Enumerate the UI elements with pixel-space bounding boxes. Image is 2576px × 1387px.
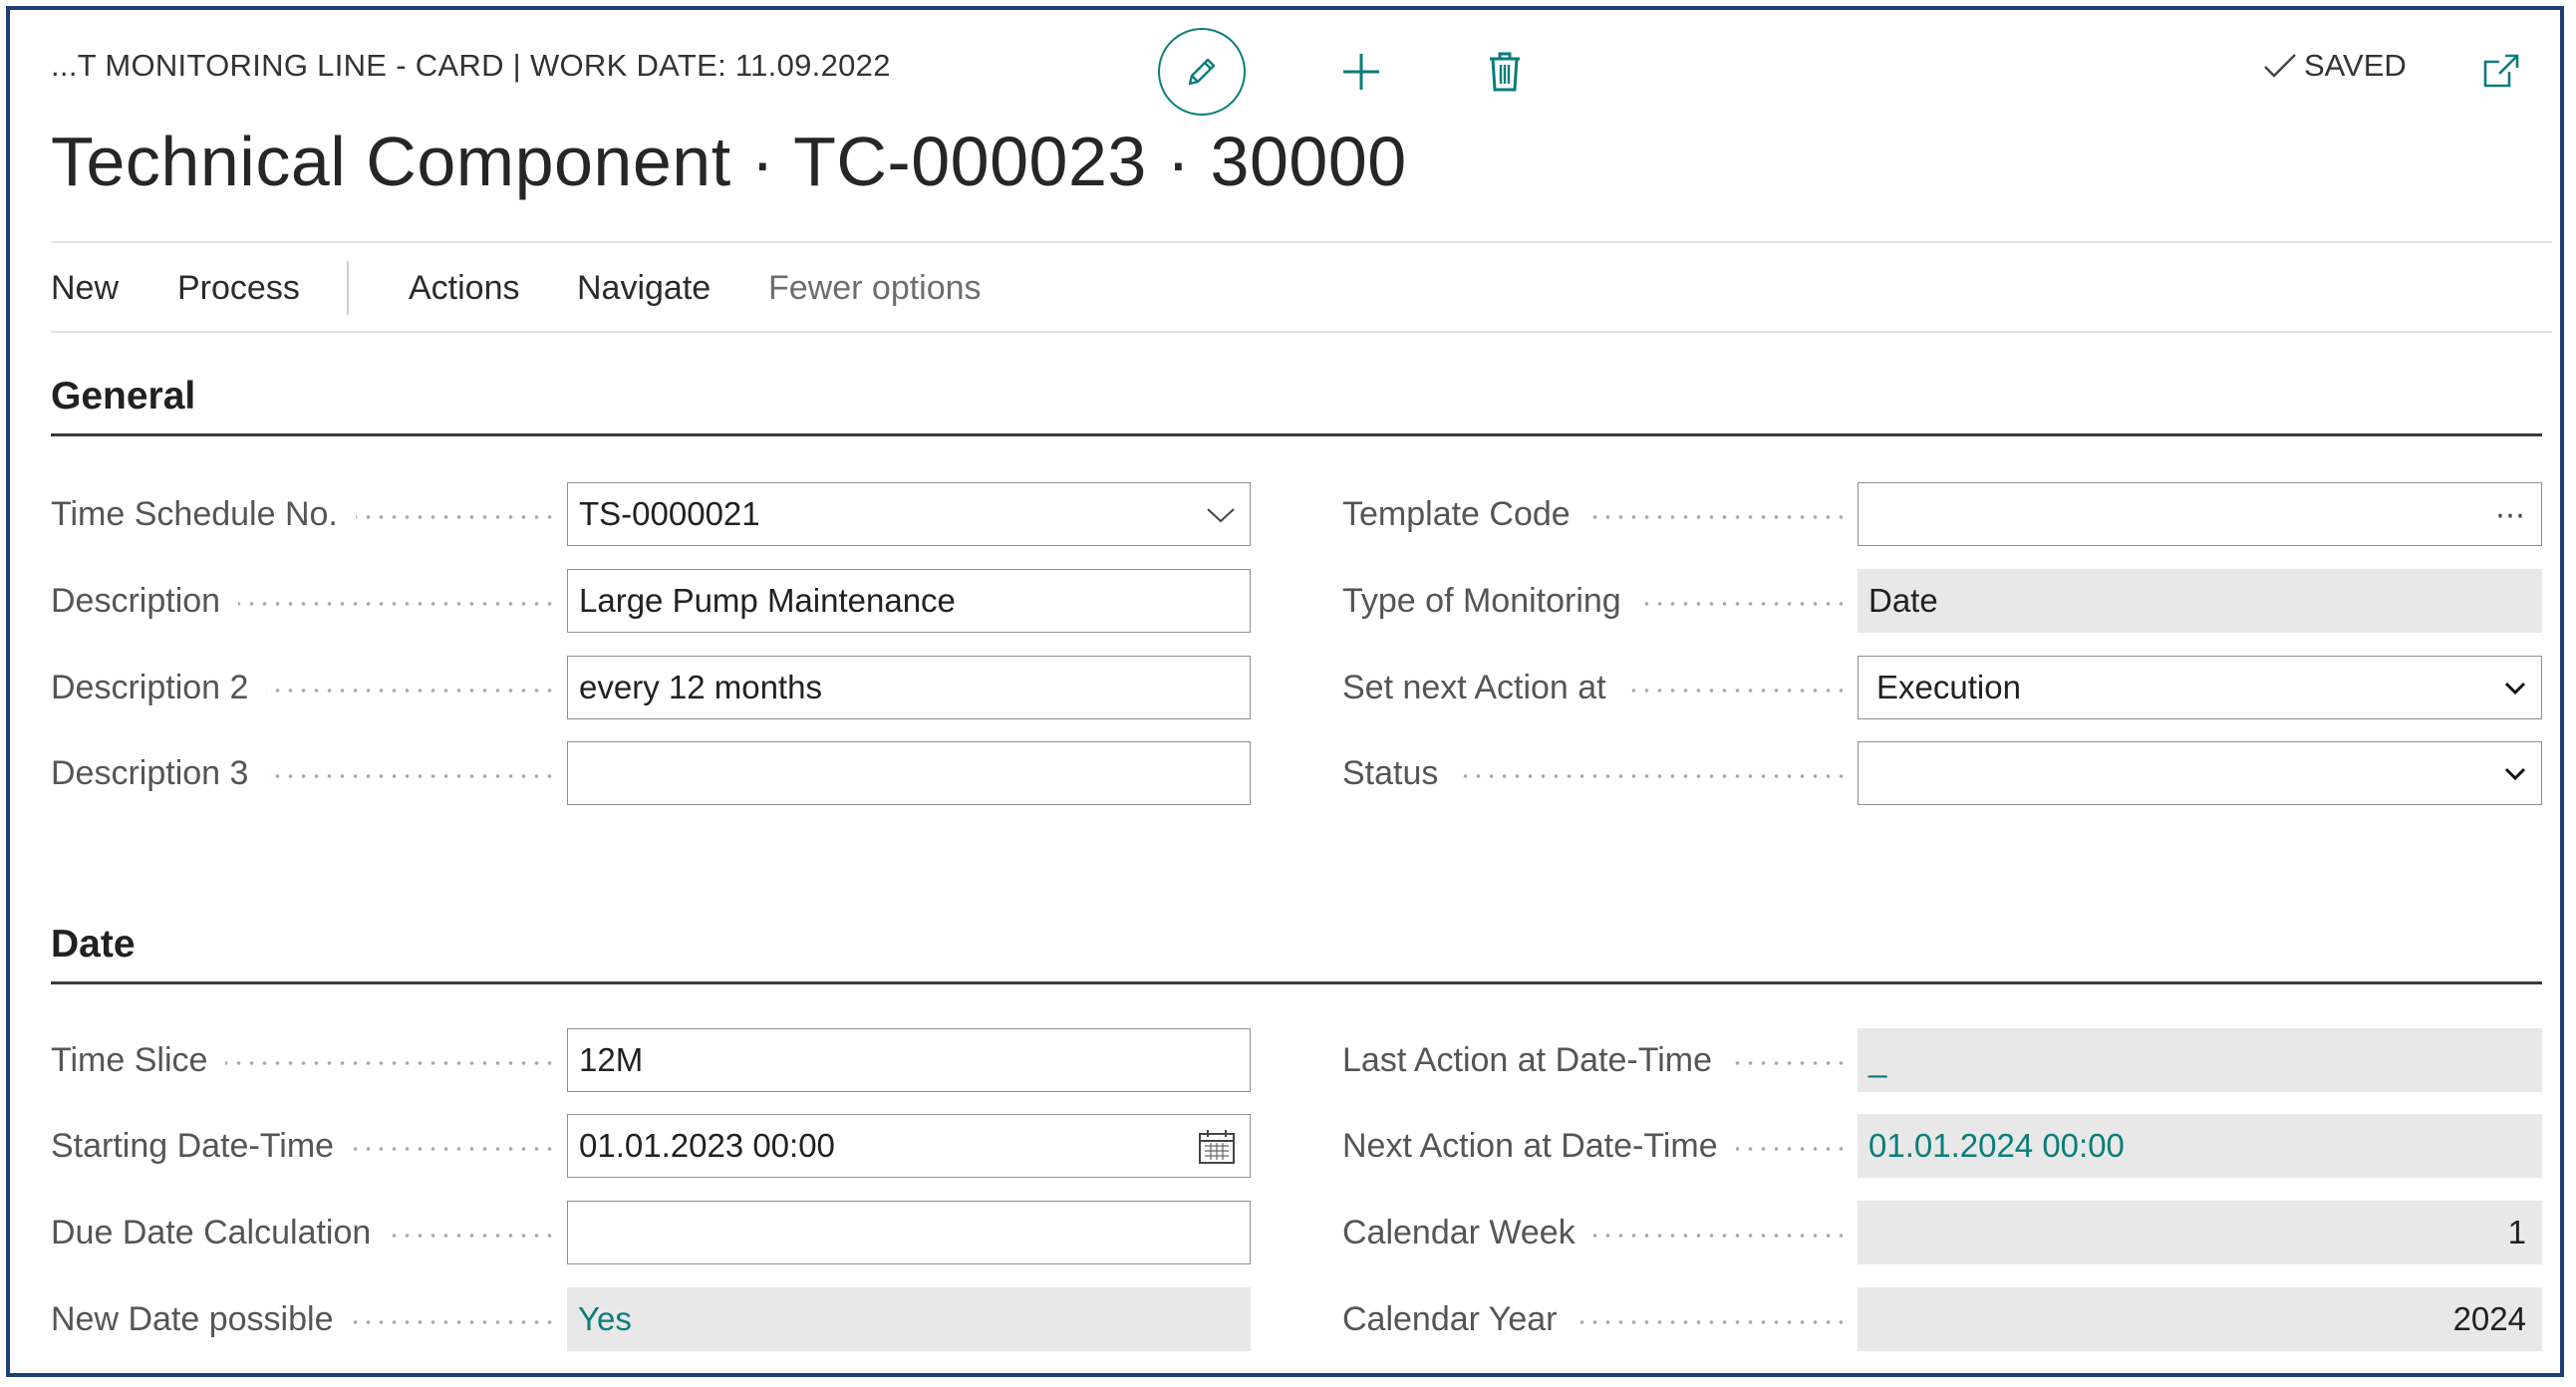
field-label: Calendar Week xyxy=(1342,1213,1593,1252)
plus-icon xyxy=(1343,54,1379,90)
section-title-general[interactable]: General xyxy=(51,375,195,418)
section-rule xyxy=(51,433,2542,436)
field-time-slice: Time Slice 12M xyxy=(51,1028,1251,1092)
delete-button[interactable] xyxy=(1470,28,1540,116)
field-label: Time Schedule No. xyxy=(51,494,356,534)
field-due-date-calculation: Due Date Calculation xyxy=(51,1201,1251,1264)
chevron-down-icon xyxy=(1207,508,1235,523)
time-slice-input[interactable]: 12M xyxy=(567,1028,1251,1092)
calendar-year-value: 2024 xyxy=(1858,1287,2542,1351)
field-label: Set next Action at xyxy=(1342,668,1624,707)
saved-status: SAVED xyxy=(2262,48,2407,84)
section-rule xyxy=(51,981,2542,984)
field-description-3: Description 3 xyxy=(51,741,1251,805)
field-label: Due Date Calculation xyxy=(51,1213,390,1252)
description-input[interactable]: Large Pump Maintenance xyxy=(567,569,1251,633)
field-value: Execution xyxy=(1876,669,2021,705)
new-record-button[interactable] xyxy=(1326,28,1396,116)
calendar-week-value: 1 xyxy=(1858,1201,2542,1264)
field-calendar-year: Calendar Year 2024 xyxy=(1342,1287,2542,1351)
description-2-input[interactable]: every 12 months xyxy=(567,656,1251,719)
checkmark-icon xyxy=(2264,54,2296,78)
open-in-new-window-icon xyxy=(2483,54,2519,88)
ellipsis-icon[interactable]: ⋯ xyxy=(2495,483,2527,547)
field-label: Description xyxy=(51,581,239,621)
field-value: TS-0000021 xyxy=(579,495,760,532)
pencil-icon xyxy=(1188,58,1216,86)
field-value: 01.01.2023 00:00 xyxy=(579,1127,835,1164)
field-label: Description 2 xyxy=(51,668,267,707)
next-action-at-value[interactable]: 01.01.2024 00:00 xyxy=(1858,1114,2542,1178)
starting-date-time-input[interactable]: 01.01.2023 00:00 xyxy=(567,1114,1251,1178)
divider xyxy=(51,241,2552,243)
status-select[interactable] xyxy=(1858,741,2542,805)
due-date-calculation-input[interactable] xyxy=(567,1201,1251,1264)
breadcrumb: ...T MONITORING LINE - CARD | WORK DATE:… xyxy=(51,48,891,83)
type-of-monitoring-value: Date xyxy=(1858,569,2542,633)
field-starting-date-time: Starting Date-Time 01.01.2023 00:00 xyxy=(51,1114,1251,1178)
field-label: Starting Date-Time xyxy=(51,1126,353,1166)
field-type-of-monitoring: Type of Monitoring Date xyxy=(1342,569,2542,633)
field-label: Calendar Year xyxy=(1342,1299,1575,1339)
menu-actions[interactable]: Actions xyxy=(409,269,577,308)
saved-label: SAVED xyxy=(2304,48,2407,83)
menu-process[interactable]: Process xyxy=(177,269,347,308)
set-next-action-at-select[interactable]: Execution xyxy=(1858,656,2542,719)
new-date-possible-value[interactable]: Yes xyxy=(567,1287,1251,1351)
field-template-code: Template Code ⋯ xyxy=(1342,482,2542,546)
field-label: Template Code xyxy=(1342,494,1588,534)
open-in-new-window-button[interactable] xyxy=(2479,50,2523,94)
field-label: Next Action at Date-Time xyxy=(1342,1126,1736,1166)
field-label: Status xyxy=(1342,753,1457,793)
field-description: Description Large Pump Maintenance xyxy=(51,569,1251,633)
edit-button[interactable] xyxy=(1158,28,1246,116)
field-calendar-week: Calendar Week 1 xyxy=(1342,1201,2542,1264)
divider xyxy=(51,331,2552,333)
field-time-schedule-no: Time Schedule No. TS-0000021 xyxy=(51,482,1251,546)
field-description-2: Description 2 every 12 months xyxy=(51,656,1251,719)
menu-separator xyxy=(347,261,349,315)
calendar-icon xyxy=(1199,1130,1235,1164)
field-next-action-at: Next Action at Date-Time 01.01.2024 00:0… xyxy=(1342,1114,2542,1178)
chevron-down-icon xyxy=(2504,767,2526,781)
time-schedule-no-select[interactable]: TS-0000021 xyxy=(567,482,1251,546)
menu-navigate[interactable]: Navigate xyxy=(577,269,768,308)
field-label: Last Action at Date-Time xyxy=(1342,1040,1731,1080)
field-last-action-at: Last Action at Date-Time _ xyxy=(1342,1028,2542,1092)
trash-icon xyxy=(1490,52,1520,92)
field-label: Type of Monitoring xyxy=(1342,581,1639,621)
field-new-date-possible: New Date possible Yes xyxy=(51,1287,1251,1351)
field-label: New Date possible xyxy=(51,1299,352,1339)
last-action-at-value[interactable]: _ xyxy=(1858,1028,2542,1092)
menu-fewer-options[interactable]: Fewer options xyxy=(768,269,982,308)
action-menubar: New Process Actions Navigate Fewer optio… xyxy=(51,261,982,315)
page-title: Technical Component · TC-000023 · 30000 xyxy=(51,123,1407,200)
menu-new[interactable]: New xyxy=(51,269,177,308)
date-picker-button[interactable] xyxy=(1198,1115,1236,1179)
field-status: Status xyxy=(1342,741,2542,805)
template-code-lookup[interactable]: ⋯ xyxy=(1858,482,2542,546)
chevron-down-icon xyxy=(2504,682,2526,695)
description-3-input[interactable] xyxy=(567,741,1251,805)
field-label: Time Slice xyxy=(51,1040,226,1080)
field-set-next-action-at: Set next Action at Execution xyxy=(1342,656,2542,719)
field-label: Description 3 xyxy=(51,753,267,793)
section-title-date[interactable]: Date xyxy=(51,923,136,967)
